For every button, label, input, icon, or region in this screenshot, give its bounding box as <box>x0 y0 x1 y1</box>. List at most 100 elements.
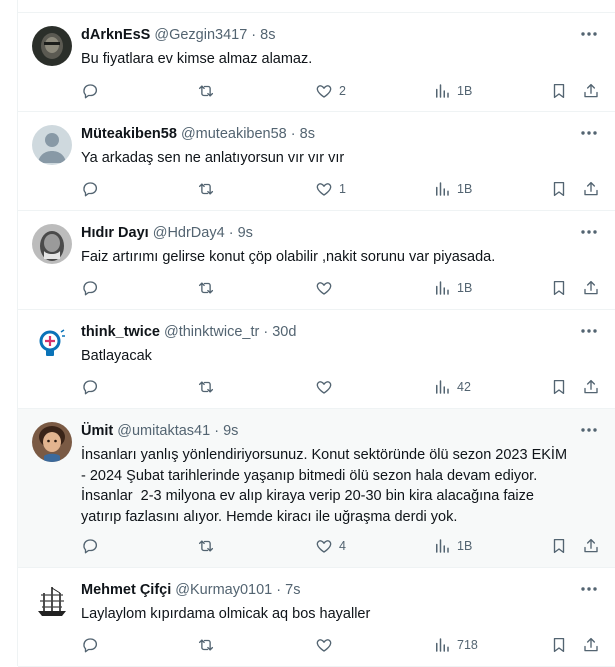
heart-icon <box>316 639 332 652</box>
repost-button[interactable] <box>197 278 215 298</box>
bookmark-button[interactable] <box>550 179 568 199</box>
avatar[interactable] <box>32 581 72 621</box>
repost-icon <box>198 282 214 294</box>
heart-icon <box>316 282 332 295</box>
avatar[interactable] <box>32 224 72 264</box>
separator-dot: · <box>228 225 234 241</box>
like-button[interactable] <box>315 635 339 655</box>
more-options-icon[interactable] <box>578 322 600 340</box>
timestamp[interactable]: 9s <box>238 225 253 241</box>
bookmark-button[interactable] <box>550 635 568 655</box>
views-chart-icon <box>436 182 449 196</box>
reply-button[interactable] <box>81 635 99 655</box>
reply-button[interactable] <box>81 278 99 298</box>
heart-icon <box>316 540 332 553</box>
reply-icon <box>83 84 97 99</box>
timestamp[interactable]: 30d <box>272 324 296 340</box>
bookmark-button[interactable] <box>550 377 568 397</box>
views-button[interactable]: 718 <box>433 635 478 655</box>
tweet-hovered[interactable]: Ümit @umitaktas41 · 9s İnsanları yanlış … <box>18 409 615 568</box>
repost-button[interactable] <box>197 377 215 397</box>
like-button[interactable]: 1 <box>315 179 346 199</box>
tweet-text: Bu fiyatlara ev kimse almaz alamaz. <box>81 51 313 67</box>
avatar[interactable] <box>32 125 72 165</box>
more-options-icon[interactable] <box>578 124 600 142</box>
display-name[interactable]: Hıdır Dayı <box>81 225 149 241</box>
display-name[interactable]: dArknEsS <box>81 27 150 43</box>
like-button[interactable]: 2 <box>315 81 346 101</box>
views-button[interactable]: 1B <box>433 81 472 101</box>
display-name[interactable]: Ümit <box>81 423 113 439</box>
user-handle[interactable]: @muteakiben58 <box>181 126 287 142</box>
views-button[interactable]: 1B <box>433 278 472 298</box>
timestamp[interactable]: 8s <box>260 27 275 43</box>
views-button[interactable]: 1B <box>433 179 472 199</box>
user-handle[interactable]: @Kurmay0101 <box>175 582 272 598</box>
timestamp[interactable]: 9s <box>223 423 238 439</box>
reply-icon <box>83 539 97 554</box>
views-button[interactable]: 1B <box>433 536 472 556</box>
user-handle[interactable]: @umitaktas41 <box>117 423 210 439</box>
separator-dot: · <box>263 324 269 340</box>
tweet[interactable]: Mehmet Çifçi @Kurmay0101 · 7s Laylaylom … <box>18 568 615 667</box>
share-button[interactable] <box>582 81 600 101</box>
tweet[interactable]: think_twice @thinktwice_tr · 30d Batlaya… <box>18 310 615 409</box>
tweet[interactable]: Müteakiben58 @muteakiben58 · 8s Ya arkad… <box>18 112 615 211</box>
bookmark-button[interactable] <box>550 81 568 101</box>
reply-icon <box>83 182 97 197</box>
share-button[interactable] <box>582 536 600 556</box>
bookmark-icon <box>553 538 565 554</box>
bookmark-button[interactable] <box>550 278 568 298</box>
display-name[interactable]: Mehmet Çifçi <box>81 582 171 598</box>
share-icon <box>584 83 598 98</box>
tweet-text: Ya arkadaş sen ne anlatıyorsun vır vır v… <box>81 150 345 166</box>
tweet-header: Mehmet Çifçi @Kurmay0101 · 7s <box>81 581 300 599</box>
bookmark-icon <box>553 379 565 395</box>
reply-button[interactable] <box>81 536 99 556</box>
share-button[interactable] <box>582 179 600 199</box>
tweet[interactable]: dArknEsS @Gezgin3417 · 8s Bu fiyatlara e… <box>18 13 615 112</box>
share-icon <box>584 181 598 196</box>
more-options-icon[interactable] <box>578 421 600 439</box>
tweet-header: dArknEsS @Gezgin3417 · 8s <box>81 26 276 44</box>
repost-icon <box>198 540 214 552</box>
repost-button[interactable] <box>197 536 215 556</box>
share-button[interactable] <box>582 278 600 298</box>
repost-icon <box>198 639 214 651</box>
like-button[interactable]: 4 <box>315 536 346 556</box>
views-chart-icon <box>436 638 449 652</box>
avatar[interactable] <box>32 26 72 66</box>
user-handle[interactable]: @thinktwice_tr <box>164 324 259 340</box>
repost-button[interactable] <box>197 81 215 101</box>
more-options-icon[interactable] <box>578 25 600 43</box>
reply-button[interactable] <box>81 377 99 397</box>
user-handle[interactable]: @HdrDay4 <box>153 225 225 241</box>
views-chart-icon <box>436 281 449 295</box>
share-button[interactable] <box>582 635 600 655</box>
share-icon <box>584 280 598 295</box>
timestamp[interactable]: 8s <box>300 126 315 142</box>
display-name[interactable]: think_twice <box>81 324 160 340</box>
reply-feed: dArknEsS @Gezgin3417 · 8s Bu fiyatlara e… <box>17 0 615 667</box>
bookmark-button[interactable] <box>550 536 568 556</box>
user-handle[interactable]: @Gezgin3417 <box>154 27 247 43</box>
share-icon <box>584 538 598 553</box>
repost-button[interactable] <box>197 635 215 655</box>
reply-button[interactable] <box>81 81 99 101</box>
tweet[interactable]: Hıdır Dayı @HdrDay4 · 9s Faiz artırımı g… <box>18 211 615 310</box>
share-button[interactable] <box>582 377 600 397</box>
more-options-icon[interactable] <box>578 223 600 241</box>
views-button[interactable]: 42 <box>433 377 471 397</box>
avatar[interactable] <box>32 323 72 363</box>
like-button[interactable] <box>315 377 339 397</box>
more-options-icon[interactable] <box>578 580 600 598</box>
action-bar: 2 1B <box>81 81 600 101</box>
like-button[interactable] <box>315 278 339 298</box>
bookmark-icon <box>553 83 565 99</box>
repost-button[interactable] <box>197 179 215 199</box>
display-name[interactable]: Müteakiben58 <box>81 126 177 142</box>
timestamp[interactable]: 7s <box>285 582 300 598</box>
reply-icon <box>83 638 97 653</box>
avatar[interactable] <box>32 422 72 462</box>
reply-button[interactable] <box>81 179 99 199</box>
